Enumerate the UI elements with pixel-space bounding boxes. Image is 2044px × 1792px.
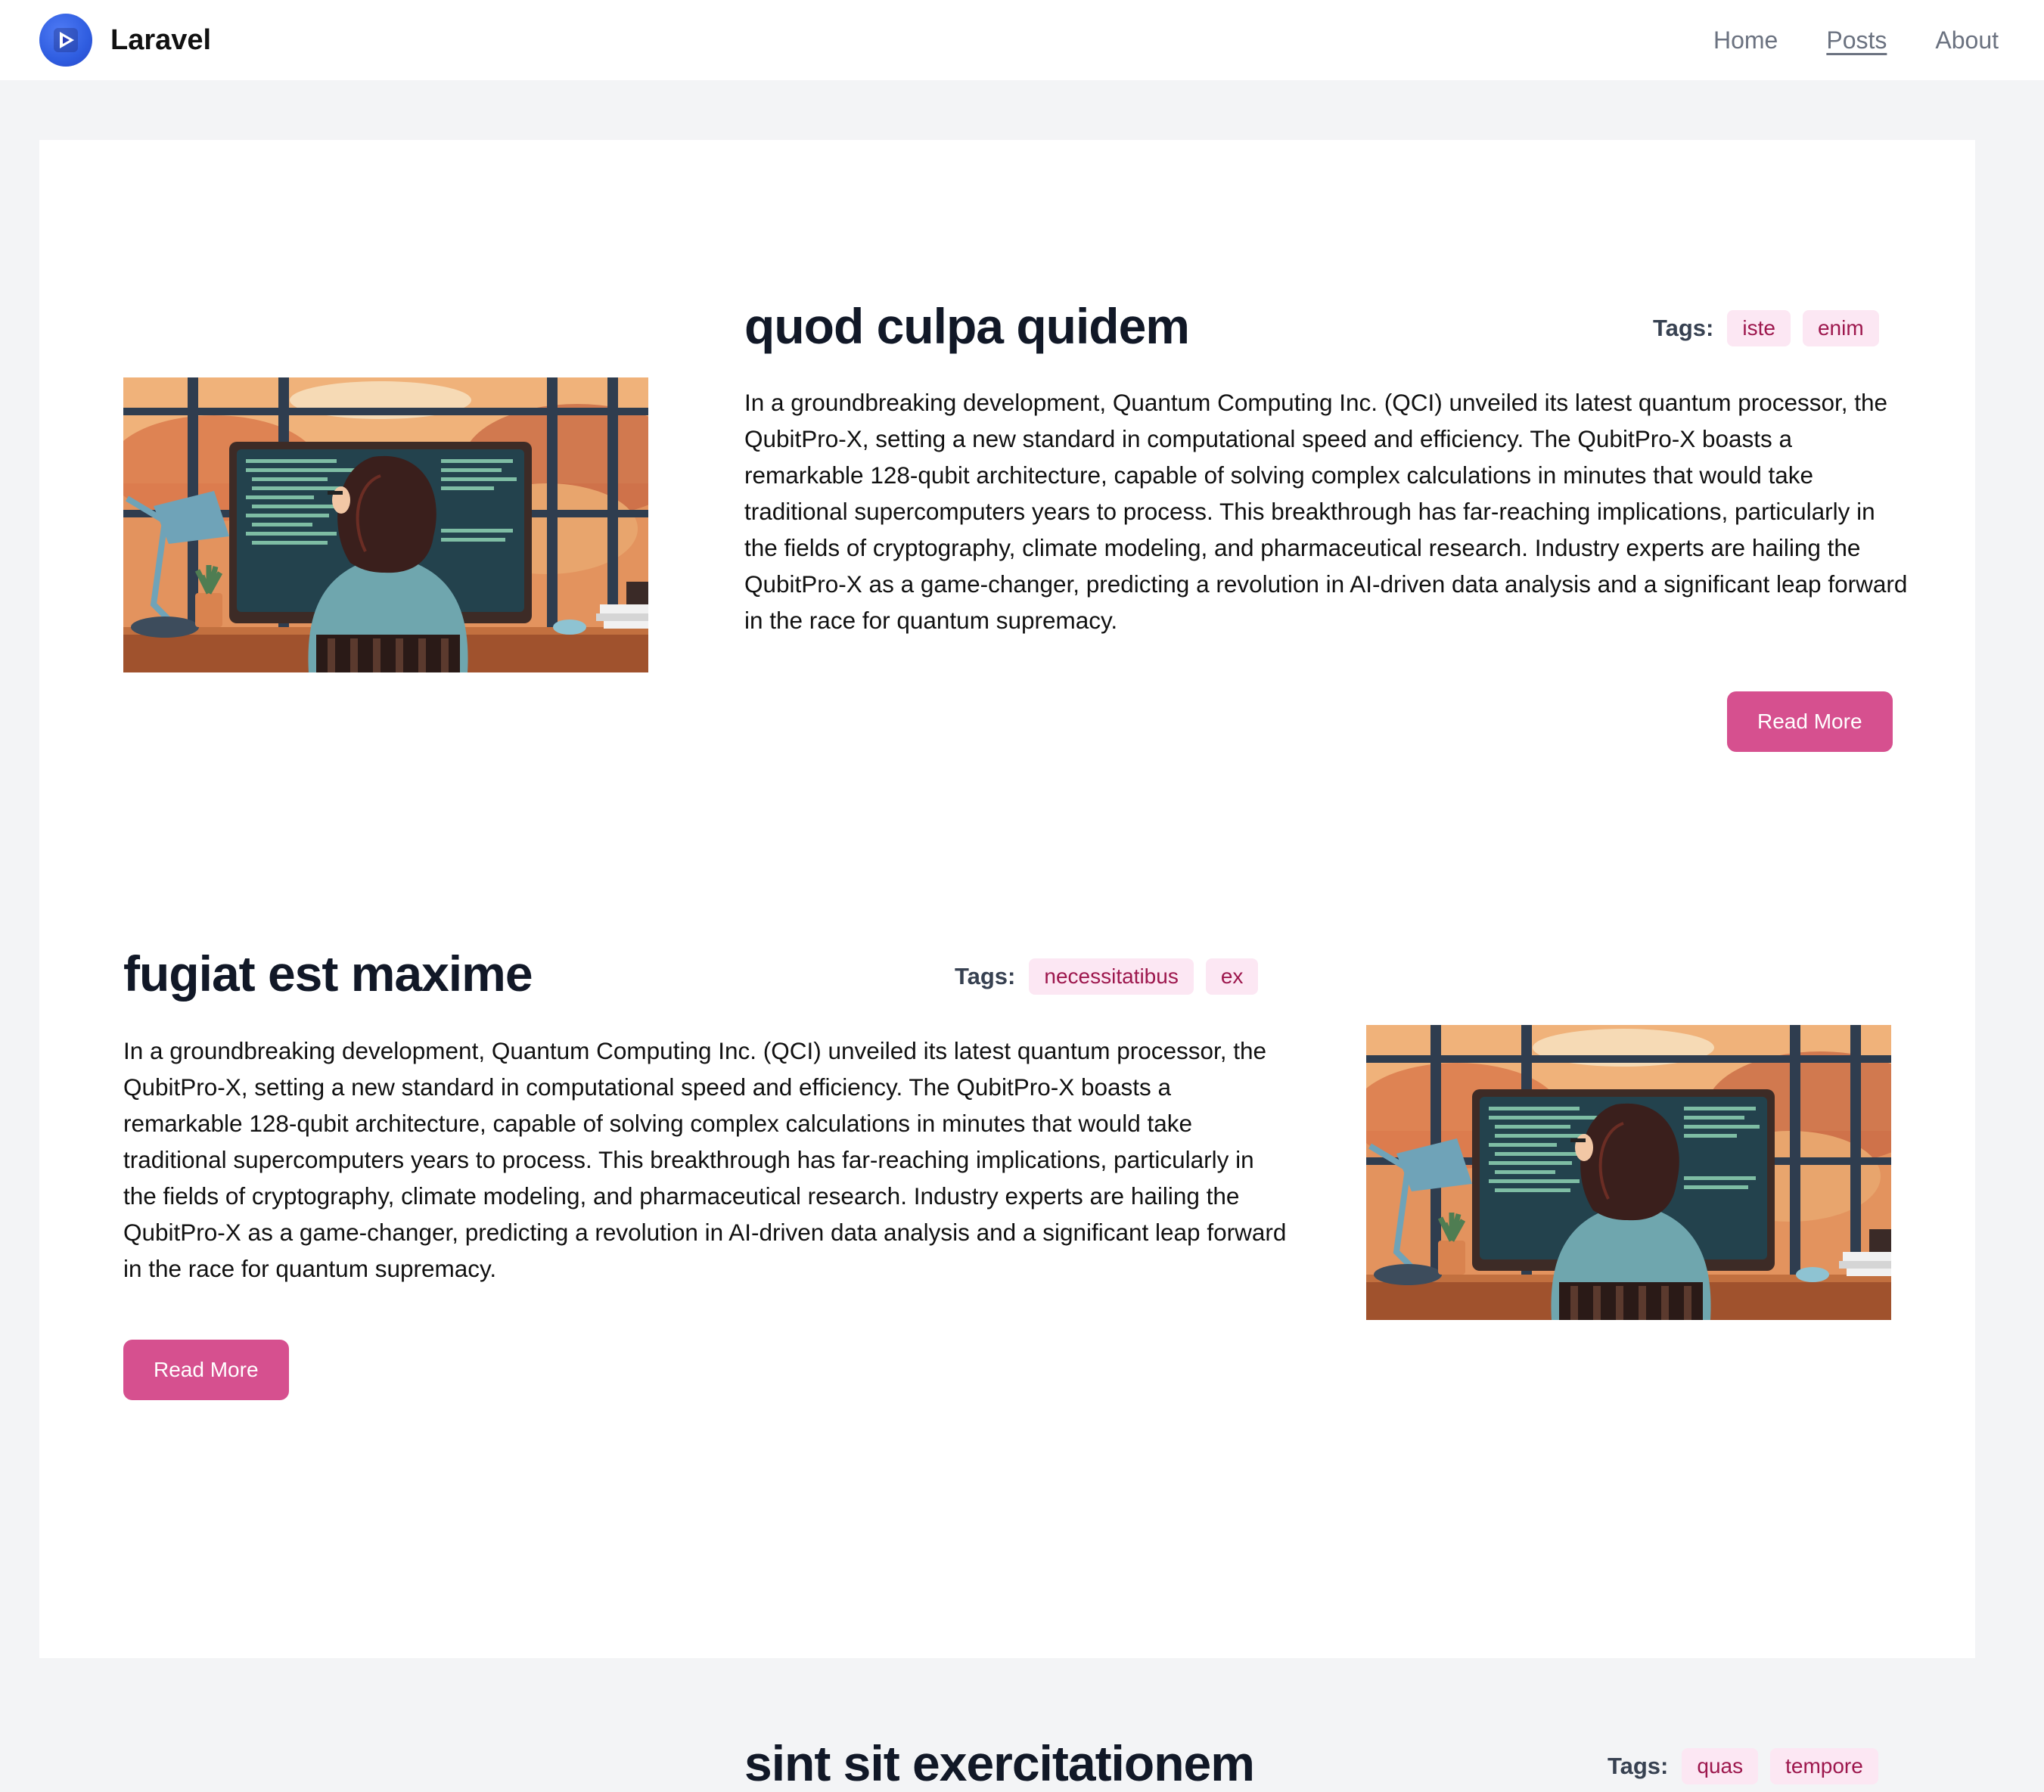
play-icon-glyph [54, 28, 78, 52]
post-title[interactable]: quod culpa quidem [744, 297, 1190, 355]
post-title[interactable]: fugiat est maxime [123, 945, 533, 1002]
post-tags: Tags: iste enim [1653, 310, 1879, 346]
tag-badge[interactable]: tempore [1770, 1748, 1878, 1784]
play-icon[interactable] [39, 14, 92, 67]
woman-coding-illustration [123, 377, 648, 672]
post-image[interactable] [123, 377, 648, 672]
post-tags: Tags: quas tempore [1608, 1748, 1878, 1784]
woman-coding-illustration [1366, 1025, 1891, 1320]
post-item: sint sit exercitationem Tags: quas tempo… [39, 1426, 1975, 1791]
read-more-button[interactable]: Read More [1727, 691, 1893, 752]
post-tags: Tags: necessitatibus ex [955, 958, 1259, 995]
nav-home[interactable]: Home [1713, 26, 1778, 54]
post-item: fugiat est maxime Tags: necessitatibus e… [39, 783, 1975, 1426]
post-title[interactable]: sint sit exercitationem [744, 1735, 1255, 1792]
posts-card: quod culpa quidem Tags: iste enim In a g… [39, 140, 1975, 1791]
tag-badge[interactable]: quas [1682, 1748, 1759, 1784]
post-excerpt: In a groundbreaking development, Quantum… [744, 389, 1908, 634]
tag-badge[interactable]: ex [1205, 958, 1259, 995]
post-item: quod culpa quidem Tags: iste enim In a g… [39, 140, 1975, 783]
tag-badge[interactable]: necessitatibus [1029, 958, 1194, 995]
read-more-button[interactable]: Read More [123, 1340, 289, 1400]
post-image[interactable] [1366, 1025, 1891, 1320]
brand-name[interactable]: Laravel [110, 24, 211, 57]
tags-label: Tags: [955, 963, 1016, 989]
top-navbar: Laravel Home Posts About [0, 0, 2044, 80]
tag-badge[interactable]: iste [1727, 310, 1791, 346]
tag-badge[interactable]: enim [1802, 310, 1879, 346]
nav-about[interactable]: About [1935, 26, 1999, 54]
nav-posts[interactable]: Posts [1826, 26, 1887, 54]
main-nav: Home Posts About [1713, 26, 1999, 54]
tags-label: Tags: [1608, 1753, 1669, 1779]
post-excerpt: In a groundbreaking development, Quantum… [123, 1037, 1287, 1282]
tags-label: Tags: [1653, 315, 1714, 341]
